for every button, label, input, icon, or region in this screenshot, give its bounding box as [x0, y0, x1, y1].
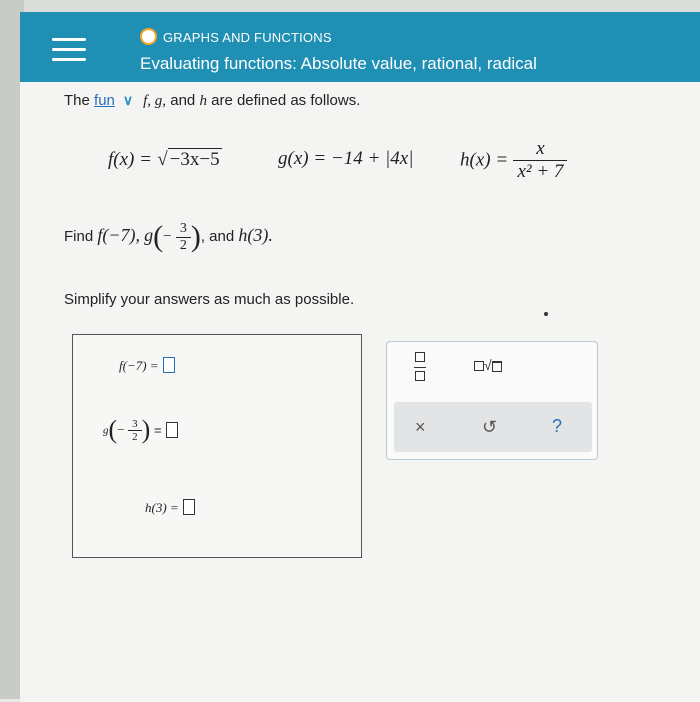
- answer-h-label: h(3) =: [145, 500, 179, 515]
- find-label: Find: [64, 227, 94, 245]
- clear-button[interactable]: ×: [415, 417, 426, 438]
- problem-intro: The fun ∨ f, g, and h are defined as follo…: [64, 92, 360, 110]
- answer-g-equals: =: [153, 422, 162, 438]
- answer-g-num: 3: [128, 418, 142, 431]
- and-word: and: [170, 92, 196, 109]
- find-fraction-den: 2: [179, 237, 187, 253]
- h-numerator: x: [513, 138, 568, 161]
- sqrt-icon: √: [157, 149, 168, 170]
- section-label: GRAPHS AND FUNCTIONS: [140, 28, 332, 45]
- h-fraction: x x² + 7: [513, 138, 568, 183]
- find-f: f(−7),: [97, 224, 140, 245]
- intro-rest: are defined as follows.: [211, 92, 361, 109]
- find-instruction: Find f(−7), g(− 3 2 ), and h(3).: [64, 220, 273, 254]
- header-bar: GRAPHS AND FUNCTIONS Evaluating function…: [20, 12, 700, 82]
- fraction-tool-icon[interactable]: [414, 352, 426, 381]
- dot-mark: [544, 312, 548, 316]
- find-and: , and: [200, 227, 235, 245]
- answer-g-input[interactable]: [165, 422, 178, 438]
- help-button[interactable]: ?: [552, 416, 562, 437]
- function-names: f, g,: [143, 93, 167, 109]
- simplify-instruction: Simplify your answers as much as possibl…: [64, 291, 355, 308]
- photo-edge-top: [0, 0, 700, 12]
- intro-prefix: The: [64, 92, 90, 109]
- undo-button[interactable]: ↺: [482, 417, 497, 438]
- section-label-text: GRAPHS AND FUNCTIONS: [163, 30, 332, 45]
- page-title: Evaluating functions: Absolute value, ra…: [140, 54, 537, 73]
- find-minus: −: [163, 228, 172, 245]
- find-fraction-num: 3: [175, 221, 191, 238]
- h-definition: h(x) = x x² + 7: [460, 138, 568, 183]
- answer-g-minus: −: [117, 422, 125, 437]
- status-dot-icon: [140, 28, 157, 45]
- find-h: h(3).: [238, 224, 273, 245]
- answer-g-fraction: 3 2: [128, 418, 142, 443]
- answer-f-input[interactable]: [162, 357, 175, 373]
- chevron-down-icon[interactable]: ∨: [123, 92, 133, 109]
- menu-icon[interactable]: [52, 38, 86, 66]
- answer-g-den: 2: [132, 430, 138, 443]
- h-lhs: h(x) =: [460, 149, 509, 171]
- f-radicand: −3x−5: [167, 148, 222, 170]
- find-g: g: [144, 224, 154, 245]
- g-definition: g(x) = −14 + |4x|: [278, 148, 414, 169]
- answer-row-h: h(3) =: [145, 499, 195, 516]
- functions-link[interactable]: fun: [94, 92, 115, 109]
- answer-row-f: f(−7) =: [119, 357, 175, 374]
- answer-box: f(−7) = g(− 3 2 ) = h(3) =: [72, 334, 362, 558]
- answer-row-g: g(− 3 2 ) =: [103, 415, 178, 445]
- answer-f-label: f(−7) =: [119, 358, 159, 373]
- h-denominator: x² + 7: [517, 161, 564, 182]
- radical-tool-icon[interactable]: √: [474, 357, 502, 373]
- find-fraction: 3 2: [175, 221, 191, 254]
- f-definition: f(x) = √ −3x−5: [108, 148, 222, 171]
- function-h-name: h: [199, 93, 207, 109]
- f-lhs: f(x) =: [108, 149, 152, 170]
- answer-h-input[interactable]: [182, 499, 195, 515]
